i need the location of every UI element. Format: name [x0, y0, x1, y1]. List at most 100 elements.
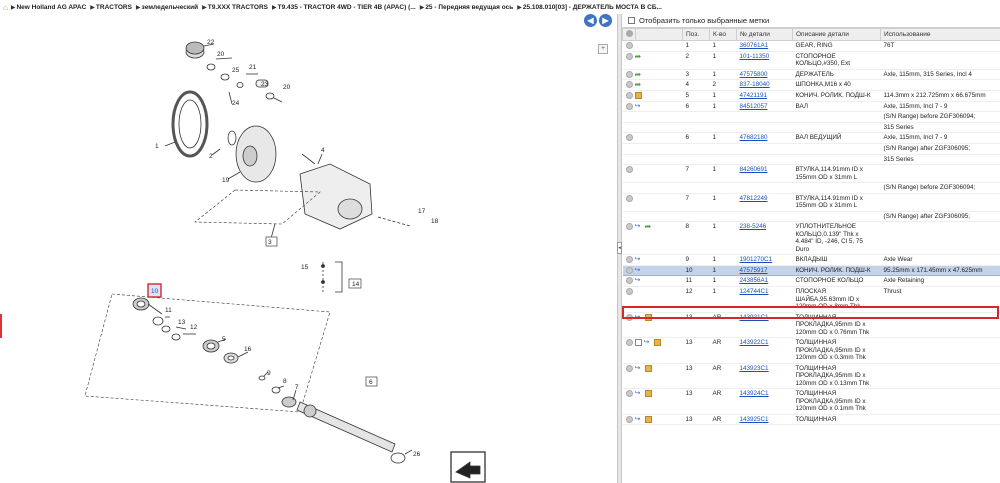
callout-6[interactable]: 6	[369, 379, 373, 386]
substitute-arrow-icon[interactable]: ➦	[635, 52, 643, 60]
callout-3[interactable]: 3	[268, 239, 272, 246]
info-icon[interactable]	[625, 52, 633, 60]
info-icon[interactable]	[625, 288, 633, 296]
table-row[interactable]: ↪ 6 1 84512057 ВАЛ Axle, 115mm, Incl 7 - 9	[622, 101, 1000, 113]
package-icon[interactable]	[644, 313, 652, 321]
part-number-link[interactable]: 47421191	[740, 92, 768, 99]
show-selected-only-checkbox[interactable]	[628, 17, 635, 24]
table-row[interactable]: ↪ ➦ 8 1 238-5246 УПЛОТНИТЕЛЬНОЕ КОЛЬЦО,0.139"…	[622, 221, 1000, 256]
link-icon[interactable]: ↪	[635, 267, 643, 274]
callout-11[interactable]: 11	[165, 307, 172, 314]
callout-5[interactable]: 5	[222, 336, 226, 343]
callout-13[interactable]: 13	[178, 319, 186, 326]
callout-20[interactable]: 20	[283, 84, 291, 91]
part-number-link[interactable]: 143924C1	[740, 390, 769, 397]
header-quantity[interactable]: К-во	[709, 28, 737, 41]
substitute-arrow-icon[interactable]: ➦	[635, 70, 643, 78]
callout-23[interactable]: 23	[261, 81, 269, 88]
package-icon[interactable]	[644, 390, 652, 398]
part-number-link[interactable]: 47575800	[740, 71, 768, 78]
info-icon[interactable]	[625, 339, 633, 347]
table-row[interactable]: ↪ 10 1 47575917 КОНИЧ. РОЛИК. ПОДШ-К 95.25mm …	[622, 264, 1000, 277]
callout-21[interactable]: 21	[249, 64, 257, 71]
table-row[interactable]: 315 Series	[622, 154, 1000, 166]
header-description[interactable]: Описание детали	[792, 28, 881, 41]
link-icon[interactable]: ↪	[635, 223, 643, 230]
info-icon[interactable]	[625, 256, 633, 264]
table-row[interactable]: 7 1 47812249 ВТУЛКА,114.91mm ID x 155mm OD …	[622, 193, 1000, 212]
table-row[interactable]: (S/N Range) after ZGF306095;	[622, 211, 1000, 223]
part-number-link[interactable]: 238-5246	[740, 223, 767, 230]
part-number-link[interactable]: 837-18040	[740, 81, 770, 88]
table-row[interactable]: ↪ 13 AR 143924C1 ТОЛЩИННАЯ ПРОКЛАДКА,95mm ID…	[622, 388, 1000, 415]
link-icon[interactable]: ↪	[635, 256, 643, 263]
callout-17[interactable]: 17	[418, 208, 426, 215]
table-row[interactable]: 5 1 47421191 КОНИЧ. РОЛИК. ПОДШ-К 114.3mm x …	[622, 90, 1000, 102]
part-number-link[interactable]: 143925C1	[740, 416, 769, 423]
info-icon[interactable]	[625, 415, 633, 423]
select-all-icon[interactable]	[626, 30, 633, 37]
table-row[interactable]: ↪ 13 AR 143922C1 ТОЛЩИННАЯ ПРОКЛАДКА,95mm ID…	[622, 337, 1000, 364]
table-row[interactable]: 6 1 47682180 ВАЛ ВЕДУЩИЙ Axle, 115mm, Incl 7…	[622, 132, 1000, 145]
part-number-link[interactable]: 47682180	[740, 134, 768, 141]
breadcrumb-item[interactable]: TRACTORS	[96, 4, 132, 11]
table-row[interactable]: ↪ 13 AR 143923C1 ТОЛЩИННАЯ ПРОКЛАДКА,95mm ID…	[622, 363, 1000, 390]
info-icon[interactable]	[625, 364, 633, 372]
callout-19[interactable]: 19	[222, 177, 230, 184]
callout-15[interactable]: 15	[301, 264, 309, 271]
info-icon[interactable]	[625, 277, 633, 285]
part-number-link[interactable]: 84260691	[740, 166, 768, 173]
table-row[interactable]: 1 1 360761A1 GEAR, RING 76T	[622, 40, 1000, 52]
part-number-link[interactable]: 47812249	[740, 195, 768, 202]
link-icon[interactable]: ↪	[635, 277, 643, 284]
table-row[interactable]: ↪ 9 1 1901270C1 ВКЛАДЫШ Axle Wear	[622, 254, 1000, 266]
callout-25[interactable]: 25	[232, 67, 240, 74]
breadcrumb-item[interactable]: New Holland AG APAC	[16, 4, 86, 11]
callout-7[interactable]: 7	[295, 384, 299, 391]
part-number-link[interactable]: 143922C1	[740, 339, 769, 346]
expand-toggle-icon[interactable]: +	[598, 44, 608, 54]
link-icon[interactable]: ↪	[635, 314, 643, 321]
package-icon[interactable]	[653, 339, 661, 347]
info-icon[interactable]	[625, 313, 633, 321]
package-icon[interactable]	[644, 415, 652, 423]
part-number-link[interactable]: 84512057	[740, 103, 768, 110]
home-icon[interactable]: ⌂	[3, 3, 8, 12]
info-icon[interactable]	[625, 92, 633, 100]
table-row[interactable]: (S/N Range) after ZGF306095;	[622, 143, 1000, 155]
callout-2[interactable]: 2	[209, 153, 213, 160]
callout-4[interactable]: 4	[321, 147, 325, 154]
info-icon[interactable]	[625, 70, 633, 78]
part-number-link[interactable]: 243856A1	[740, 277, 769, 284]
header-position[interactable]: Поз.	[682, 28, 710, 41]
table-row[interactable]: ➦ 3 1 47575800 ДЕРЖАТЕЛЬ Axle, 115mm, 315 Ser…	[622, 69, 1000, 81]
link-icon[interactable]: ↪	[635, 365, 643, 372]
link-icon[interactable]: ↪	[635, 103, 643, 110]
note-icon[interactable]	[634, 339, 642, 347]
substitute-arrow-icon[interactable]: ➦	[645, 223, 653, 231]
part-number-link[interactable]: 101-11350	[740, 53, 770, 60]
callout-9[interactable]: 9	[267, 370, 271, 377]
info-icon[interactable]	[625, 390, 633, 398]
link-icon[interactable]: ↪	[635, 390, 643, 397]
part-number-link[interactable]: 360761A1	[740, 42, 769, 49]
part-number-link[interactable]: 124744C1	[740, 288, 769, 295]
header-select[interactable]	[622, 28, 636, 41]
table-row[interactable]: ➦ 4 2 837-18040 ШПОНКА,M16 x 40	[622, 79, 1000, 92]
info-icon[interactable]	[625, 42, 633, 49]
table-row[interactable]: ↪ 13 AR 143921C1 ТОЛЩИННАЯ ПРОКЛАДКА,95mm ID…	[622, 312, 1000, 339]
info-icon[interactable]	[625, 166, 633, 174]
callout-8[interactable]: 8	[283, 378, 287, 385]
table-row[interactable]: ➦ 2 1 101-11350 СТОПОРНОЕ КОЛЬЦО,#350, Ext	[622, 51, 1000, 70]
callout-18[interactable]: 18	[431, 218, 439, 225]
part-number-link[interactable]: 143923C1	[740, 365, 769, 372]
package-icon[interactable]	[644, 364, 652, 372]
table-row[interactable]: 315 Series	[622, 122, 1000, 134]
info-icon[interactable]	[625, 134, 633, 142]
link-icon[interactable]: ↪	[635, 416, 643, 423]
breadcrumb-item[interactable]: T9.435 - TRACTOR 4WD - TIER 4B (APAC) (.…	[278, 4, 416, 11]
header-part-number[interactable]: № детали	[736, 28, 793, 41]
callout-20[interactable]: 20	[217, 51, 225, 58]
breadcrumb-item[interactable]: 25.108.010[03] - ДЕРЖАТЕЛЬ МОСТА В СБ...	[523, 4, 662, 11]
breadcrumb-item[interactable]: T9.XXX TRACTORS	[208, 4, 268, 11]
